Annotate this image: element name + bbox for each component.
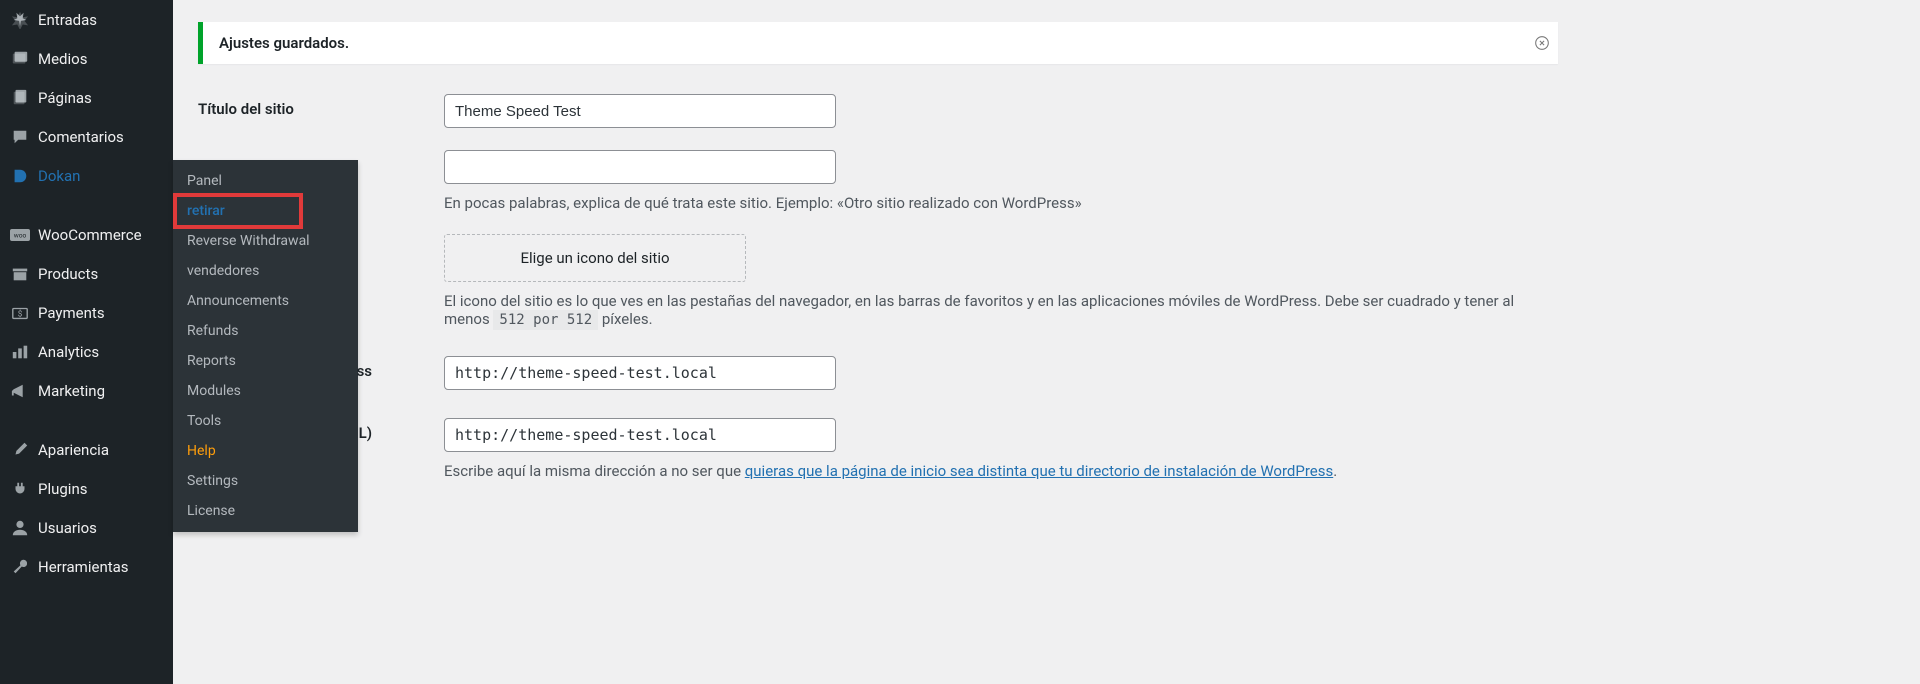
sidebar-item-products[interactable]: Products: [0, 254, 173, 293]
close-icon: [1535, 36, 1549, 50]
link-site-url-docs[interactable]: quieras que la página de inicio sea dist…: [745, 462, 1333, 480]
desc-tagline: En pocas palabras, explica de qué trata …: [444, 194, 1082, 212]
sidebar-item-label: Herramientas: [38, 558, 129, 576]
label-wp-url-tail: ss: [198, 356, 444, 380]
sidebar-item-label: Comentarios: [38, 128, 124, 146]
sidebar-item-herramientas[interactable]: Herramientas: [0, 547, 173, 586]
desc-site-url: Escribe aquí la misma dirección a no ser…: [444, 462, 1337, 480]
analytics-icon: [10, 342, 30, 362]
brush-icon: [10, 440, 30, 460]
svg-text:$: $: [18, 308, 23, 318]
woocommerce-icon: woo: [10, 225, 30, 245]
label-icon: [198, 234, 444, 240]
sidebar-item-usuarios[interactable]: Usuarios: [0, 508, 173, 547]
sidebar-item-label: Analytics: [38, 343, 99, 361]
sidebar-item-label: WooCommerce: [38, 226, 142, 244]
media-icon: [10, 49, 30, 69]
row-icon: Elige un icono del sitio El icono del si…: [198, 234, 1920, 328]
sidebar-item-medios[interactable]: Medios: [0, 39, 173, 78]
sidebar-item-woocommerce[interactable]: woo WooCommerce: [0, 215, 173, 254]
payments-icon: $: [10, 303, 30, 323]
desc-icon: El icono del sitio es lo que ves en las …: [444, 292, 1554, 328]
megaphone-icon: [10, 381, 30, 401]
input-tagline[interactable]: [444, 150, 836, 184]
plug-icon: [10, 479, 30, 499]
sidebar-item-comentarios[interactable]: Comentarios: [0, 117, 173, 156]
settings-saved-notice: Ajustes guardados.: [198, 22, 1558, 64]
wrench-icon: [10, 557, 30, 577]
archive-icon: [10, 264, 30, 284]
sidebar-item-apariencia[interactable]: Apariencia: [0, 430, 173, 469]
sidebar-item-label: Dokan: [38, 167, 80, 185]
sidebar-item-label: Entradas: [38, 11, 97, 29]
choose-icon-label: Elige un icono del sitio: [520, 249, 669, 267]
sidebar-item-label: Plugins: [38, 480, 87, 498]
sidebar-item-label: Marketing: [38, 382, 105, 400]
sidebar-item-label: Apariencia: [38, 441, 109, 459]
user-icon: [10, 518, 30, 538]
label-site-title: Título del sitio: [198, 94, 444, 118]
label-site-url-tail: L): [198, 418, 444, 442]
pin-icon: [10, 10, 30, 30]
sidebar-item-label: Products: [38, 265, 98, 283]
notice-text: Ajustes guardados.: [219, 34, 349, 52]
sidebar-item-entradas[interactable]: Entradas: [0, 0, 173, 39]
sidebar-item-label: Payments: [38, 304, 105, 322]
dismiss-notice-button[interactable]: [1532, 33, 1552, 53]
dokan-icon: [10, 166, 30, 186]
settings-content: Ajustes guardados. Título del sitio En p…: [173, 0, 1920, 684]
choose-site-icon-button[interactable]: Elige un icono del sitio: [444, 234, 746, 282]
input-wp-url[interactable]: [444, 356, 836, 390]
input-site-url[interactable]: [444, 418, 836, 452]
sidebar-item-analytics[interactable]: Analytics: [0, 332, 173, 371]
page-icon: [10, 88, 30, 108]
row-wp-url: ss: [198, 356, 1920, 390]
sidebar-item-plugins[interactable]: Plugins: [0, 469, 173, 508]
label-tagline: [198, 150, 444, 156]
row-tagline: En pocas palabras, explica de qué trata …: [198, 150, 1920, 212]
row-site-url: L) Escribe aquí la misma dirección a no …: [198, 418, 1920, 480]
icon-size-code: 512 por 512: [493, 310, 598, 330]
admin-sidebar: Entradas Medios Páginas Comentarios Doka…: [0, 0, 173, 684]
sidebar-item-label: Usuarios: [38, 519, 97, 537]
svg-text:woo: woo: [14, 231, 27, 239]
comment-icon: [10, 127, 30, 147]
sidebar-item-dokan[interactable]: Dokan: [0, 156, 173, 195]
input-site-title[interactable]: [444, 94, 836, 128]
sidebar-item-label: Medios: [38, 50, 87, 68]
sidebar-item-payments[interactable]: $ Payments: [0, 293, 173, 332]
sidebar-item-paginas[interactable]: Páginas: [0, 78, 173, 117]
row-site-title: Título del sitio: [198, 94, 1920, 128]
sidebar-item-label: Páginas: [38, 89, 92, 107]
sidebar-item-marketing[interactable]: Marketing: [0, 371, 173, 410]
